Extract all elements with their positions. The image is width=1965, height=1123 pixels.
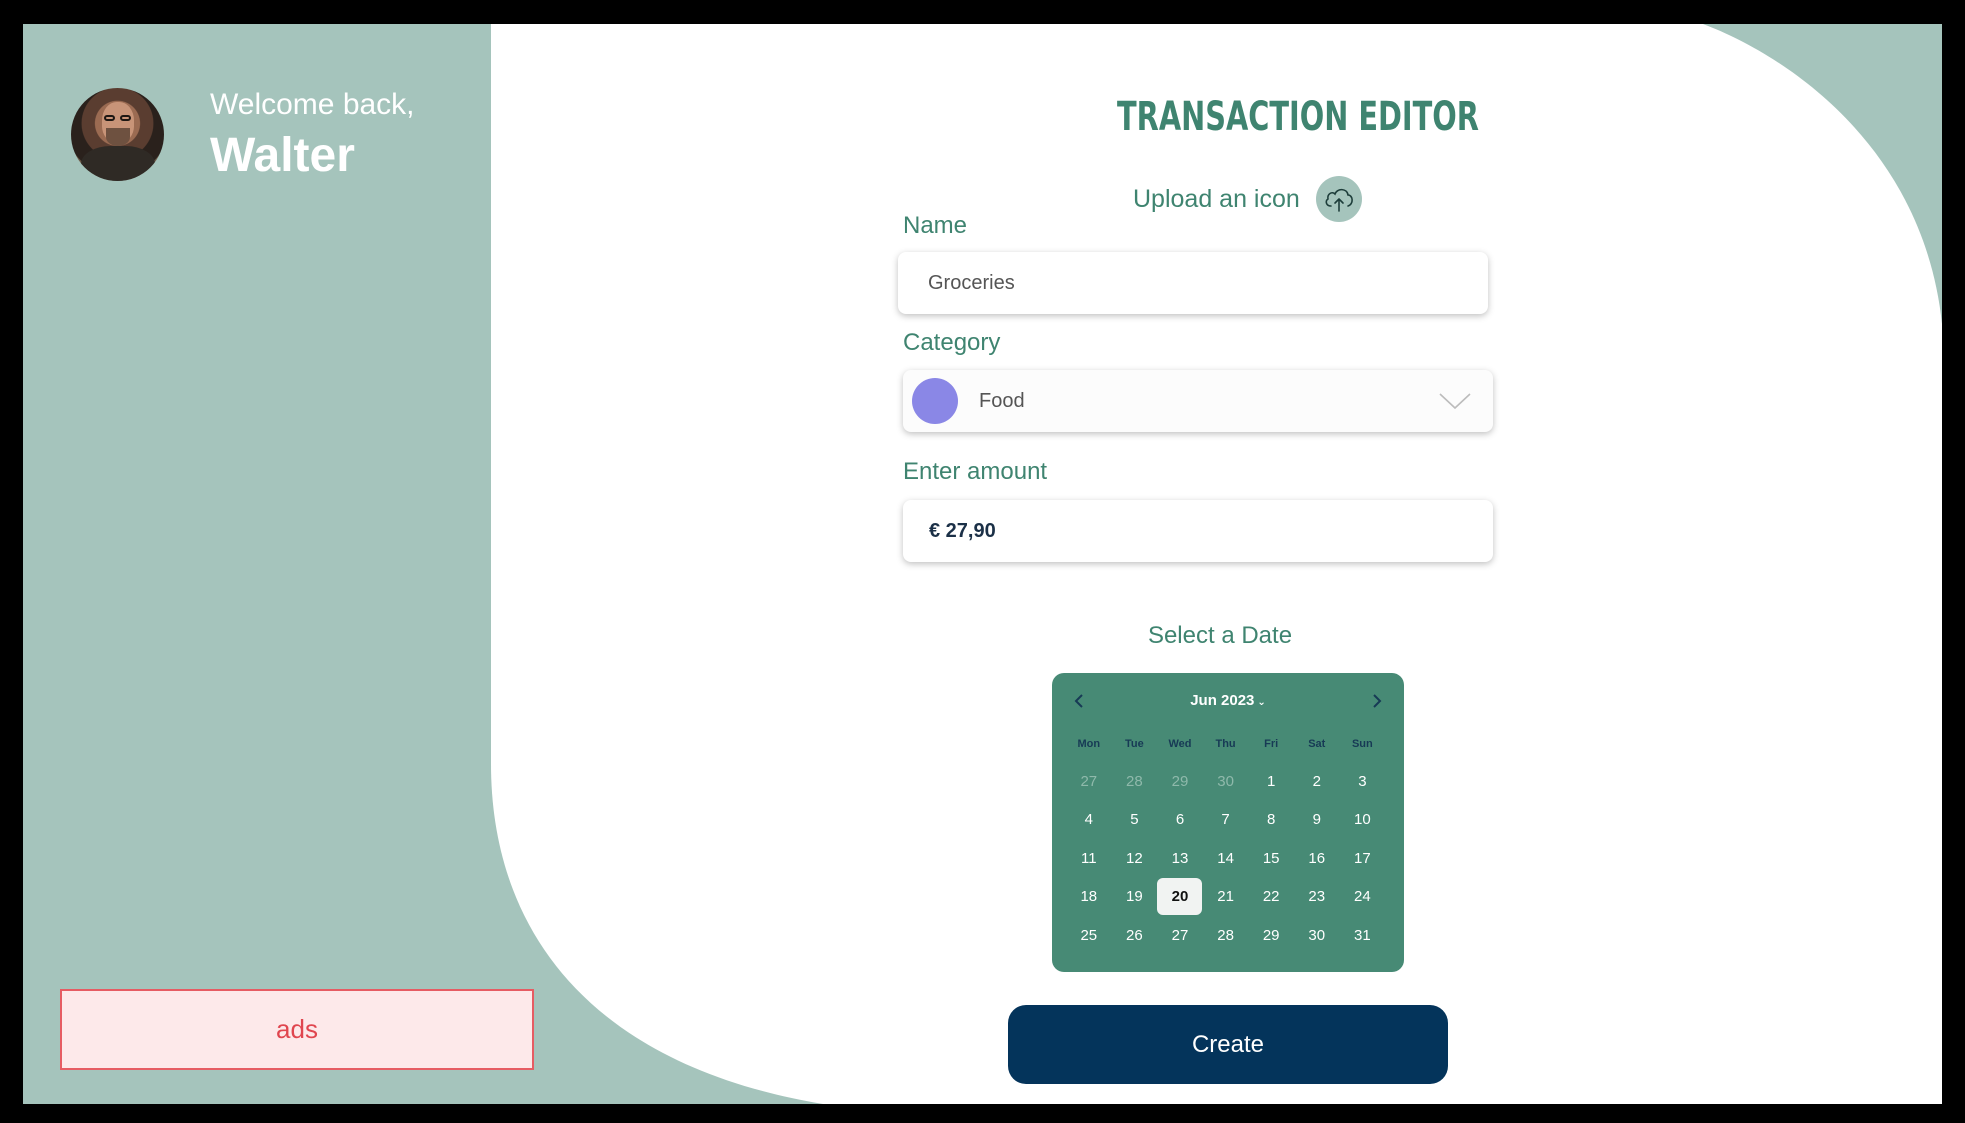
category-color-dot xyxy=(912,378,958,424)
calendar-day[interactable]: 28 xyxy=(1203,916,1249,955)
calendar-day[interactable]: 19 xyxy=(1112,878,1158,917)
amount-field[interactable] xyxy=(903,500,1493,562)
calendar-day[interactable]: 13 xyxy=(1157,839,1203,878)
user-name: Walter xyxy=(210,129,355,182)
weekday-label: Sat xyxy=(1308,738,1326,750)
name-field[interactable] xyxy=(898,252,1488,314)
category-label: Category xyxy=(903,329,1001,356)
calendar-day[interactable]: 11 xyxy=(1066,839,1112,878)
date-label: Select a Date xyxy=(1147,622,1293,649)
calendar-day[interactable]: 3 xyxy=(1340,762,1386,801)
calendar-day[interactable]: 24 xyxy=(1340,878,1386,917)
calendar-day[interactable]: 31 xyxy=(1340,916,1386,955)
calendar-day[interactable]: 29 xyxy=(1248,916,1294,955)
content-panel-background xyxy=(491,24,1942,1104)
calendar-day[interactable]: 27 xyxy=(1066,762,1112,801)
calendar-day[interactable]: 5 xyxy=(1112,801,1158,840)
cloud-upload-icon[interactable] xyxy=(1315,176,1362,222)
category-value: Food xyxy=(979,389,1025,412)
name-label: Name xyxy=(903,212,968,239)
calendar-day[interactable]: 16 xyxy=(1294,839,1340,878)
caret-down-icon: ⌄ xyxy=(1257,697,1266,708)
weekday-label: Wed xyxy=(1168,738,1192,750)
calendar-day[interactable]: 9 xyxy=(1294,801,1340,840)
calendar-day[interactable]: 27 xyxy=(1157,916,1203,955)
calendar-day[interactable]: 22 xyxy=(1248,878,1294,917)
calendar-day[interactable]: 8 xyxy=(1248,801,1294,840)
calendar-day[interactable]: 2 xyxy=(1294,762,1340,801)
weekday-label: Tue xyxy=(1125,738,1144,750)
weekday-header: Mon Tue Wed Thu Fri Sat Sun xyxy=(1066,738,1385,750)
calendar-day[interactable]: 14 xyxy=(1203,839,1249,878)
calendar-day[interactable]: 12 xyxy=(1112,839,1158,878)
month-label: Jun 2023 xyxy=(1190,692,1255,709)
calendar-day-selected[interactable]: 20 xyxy=(1157,878,1203,917)
create-button[interactable]: Create xyxy=(1008,1005,1448,1084)
calendar-day[interactable]: 7 xyxy=(1203,801,1249,840)
calendar-day[interactable]: 30 xyxy=(1294,916,1340,955)
calendar-day[interactable]: 23 xyxy=(1294,878,1340,917)
upload-icon-row[interactable]: Upload an icon xyxy=(1133,176,1362,222)
chevron-right-icon[interactable] xyxy=(1365,689,1389,713)
weekday-label: Sun xyxy=(1351,738,1373,750)
calendar-day[interactable]: 26 xyxy=(1112,916,1158,955)
calendar-day[interactable]: 21 xyxy=(1203,878,1249,917)
calendar-day[interactable]: 25 xyxy=(1066,916,1112,955)
calendar-day[interactable]: 4 xyxy=(1066,801,1112,840)
name-input[interactable] xyxy=(928,271,1468,295)
calendar-day[interactable]: 10 xyxy=(1340,801,1386,840)
date-picker: Jun 2023 ⌄ Mon Tue Wed Thu Fri Sat Sun 27 28 29 30… xyxy=(1052,673,1404,972)
avatar[interactable] xyxy=(71,88,164,181)
weekday-label: Fri xyxy=(1264,738,1279,750)
calendar-day[interactable]: 1 xyxy=(1248,762,1294,801)
amount-label: Enter amount xyxy=(903,458,1048,485)
upload-label: Upload an icon xyxy=(1133,184,1300,213)
chevron-down-icon[interactable] xyxy=(1439,392,1471,410)
amount-input[interactable] xyxy=(929,519,1469,543)
calendar-day[interactable]: 18 xyxy=(1066,878,1112,917)
calendar-days: 27 28 29 30 1 2 3 4 5 6 7 8 9 10 11 12 13 14 15 16 17 18 19 20 2… xyxy=(1066,762,1385,955)
calendar-day[interactable]: 17 xyxy=(1340,839,1386,878)
calendar-day[interactable]: 15 xyxy=(1248,839,1294,878)
calendar-day[interactable]: 30 xyxy=(1203,762,1249,801)
calendar-day[interactable]: 28 xyxy=(1112,762,1158,801)
weekday-label: Mon xyxy=(1077,738,1101,750)
page-title: TRANSACTION EDITOR xyxy=(1117,94,1479,140)
ads-banner[interactable]: ads xyxy=(60,989,534,1070)
category-select[interactable]: Food xyxy=(903,370,1493,432)
month-selector[interactable]: Jun 2023 ⌄ xyxy=(1052,692,1404,709)
weekday-label: Thu xyxy=(1215,738,1236,750)
calendar-day[interactable]: 29 xyxy=(1157,762,1203,801)
welcome-text: Welcome back, xyxy=(210,88,415,121)
calendar-day[interactable]: 6 xyxy=(1157,801,1203,840)
app-frame: Welcome back, Walter ads TRANSACTION EDI… xyxy=(23,24,1942,1104)
